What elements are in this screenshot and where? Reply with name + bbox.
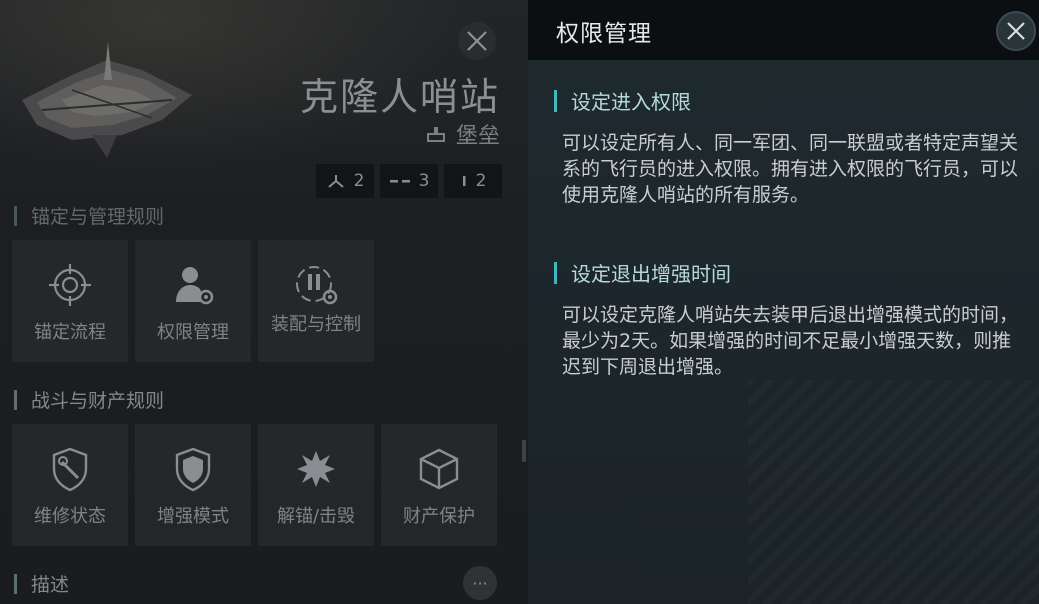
stat-dash-value: 3 <box>418 171 430 191</box>
dash-icon <box>389 180 410 183</box>
tile-anchoring[interactable]: 锚定流程 <box>12 240 128 362</box>
fitting-gear-icon <box>296 266 338 305</box>
section-exit-reinforce-title: 设定退出增强时间 <box>571 262 731 286</box>
close-icon <box>1007 22 1025 40</box>
permissions-help-panel: 权限管理 设定进入权限 可以设定所有人、同一军团、同一联盟或者特定声望关系的飞行… <box>528 0 1039 604</box>
fighter-icon <box>327 175 344 188</box>
slot-stats: 2 3 2 <box>316 164 502 198</box>
more-options-button[interactable]: ··· <box>463 566 497 600</box>
tile-permissions-label: 权限管理 <box>157 322 229 343</box>
scrollbar[interactable] <box>522 440 526 462</box>
explosion-icon <box>297 451 335 487</box>
user-gear-icon <box>176 267 214 305</box>
tile-repair-status[interactable]: 维修状态 <box>12 424 128 546</box>
section-entry-permission: 设定进入权限 <box>554 86 691 115</box>
section-combat-header: 战斗与财产规则 <box>14 386 164 413</box>
tile-anchoring-label: 锚定流程 <box>34 322 106 343</box>
station-name: 克隆人哨站 <box>299 75 500 119</box>
cube-icon <box>419 448 459 490</box>
tile-permissions[interactable]: 权限管理 <box>135 240 251 362</box>
stat-line-value: 2 <box>475 171 487 191</box>
station-info-panel: 克隆人哨站 堡垒 2 3 2 锚定与管理规则 锚定流程 权限管理 装配与控制 战… <box>0 0 528 604</box>
section-exit-reinforce-body: 可以设定克隆人哨站失去装甲后退出增强模式的时间，最少为2天。如果增强的时间不足最… <box>562 304 1019 378</box>
tile-reinforce-mode[interactable]: 增强模式 <box>135 424 251 546</box>
stat-fighter-value: 2 <box>353 171 365 191</box>
tile-reinforce-mode-label: 增强模式 <box>157 506 229 527</box>
tile-fitting-control[interactable]: 装配与控制 <box>258 240 374 362</box>
line-icon <box>462 176 466 186</box>
stat-fighter: 2 <box>316 164 374 198</box>
tile-asset-protection[interactable]: 财产保护 <box>381 424 497 546</box>
help-panel-title: 权限管理 <box>556 21 652 47</box>
stat-dash: 3 <box>380 164 438 198</box>
station-type: 堡垒 <box>426 118 500 150</box>
tile-fitting-control-label: 装配与控制 <box>271 314 361 335</box>
section-exit-reinforce: 设定退出增强时间 <box>554 258 731 287</box>
section-combat-title: 战斗与财产规则 <box>31 390 165 412</box>
station-model-image <box>22 42 192 158</box>
tile-unanchor-destroy[interactable]: 解锚/击毁 <box>258 424 374 546</box>
fortress-icon <box>426 127 445 142</box>
section-anchor-title: 锚定与管理规则 <box>31 206 165 228</box>
close-icon <box>467 31 487 51</box>
repair-shield-icon <box>52 447 88 492</box>
section-entry-permission-title: 设定进入权限 <box>571 90 691 114</box>
section-entry-permission-body: 可以设定所有人、同一军团、同一联盟或者特定声望关系的飞行员的进入权限。拥有进入权… <box>562 132 1019 206</box>
more-icon: ··· <box>472 573 488 593</box>
station-type-label: 堡垒 <box>455 124 500 149</box>
section-desc-header: 描述 <box>14 570 69 597</box>
close-button[interactable] <box>458 22 496 60</box>
background-texture <box>748 380 1039 604</box>
tile-unanchor-destroy-label: 解锚/击毁 <box>276 506 356 527</box>
shield-icon <box>175 447 211 492</box>
stat-line: 2 <box>444 164 502 198</box>
help-close-button[interactable] <box>996 11 1036 51</box>
section-desc-title: 描述 <box>31 574 70 596</box>
tile-asset-protection-label: 财产保护 <box>403 506 475 527</box>
crosshair-icon <box>49 264 91 306</box>
tile-repair-status-label: 维修状态 <box>34 506 106 527</box>
section-anchor-header: 锚定与管理规则 <box>14 202 164 229</box>
